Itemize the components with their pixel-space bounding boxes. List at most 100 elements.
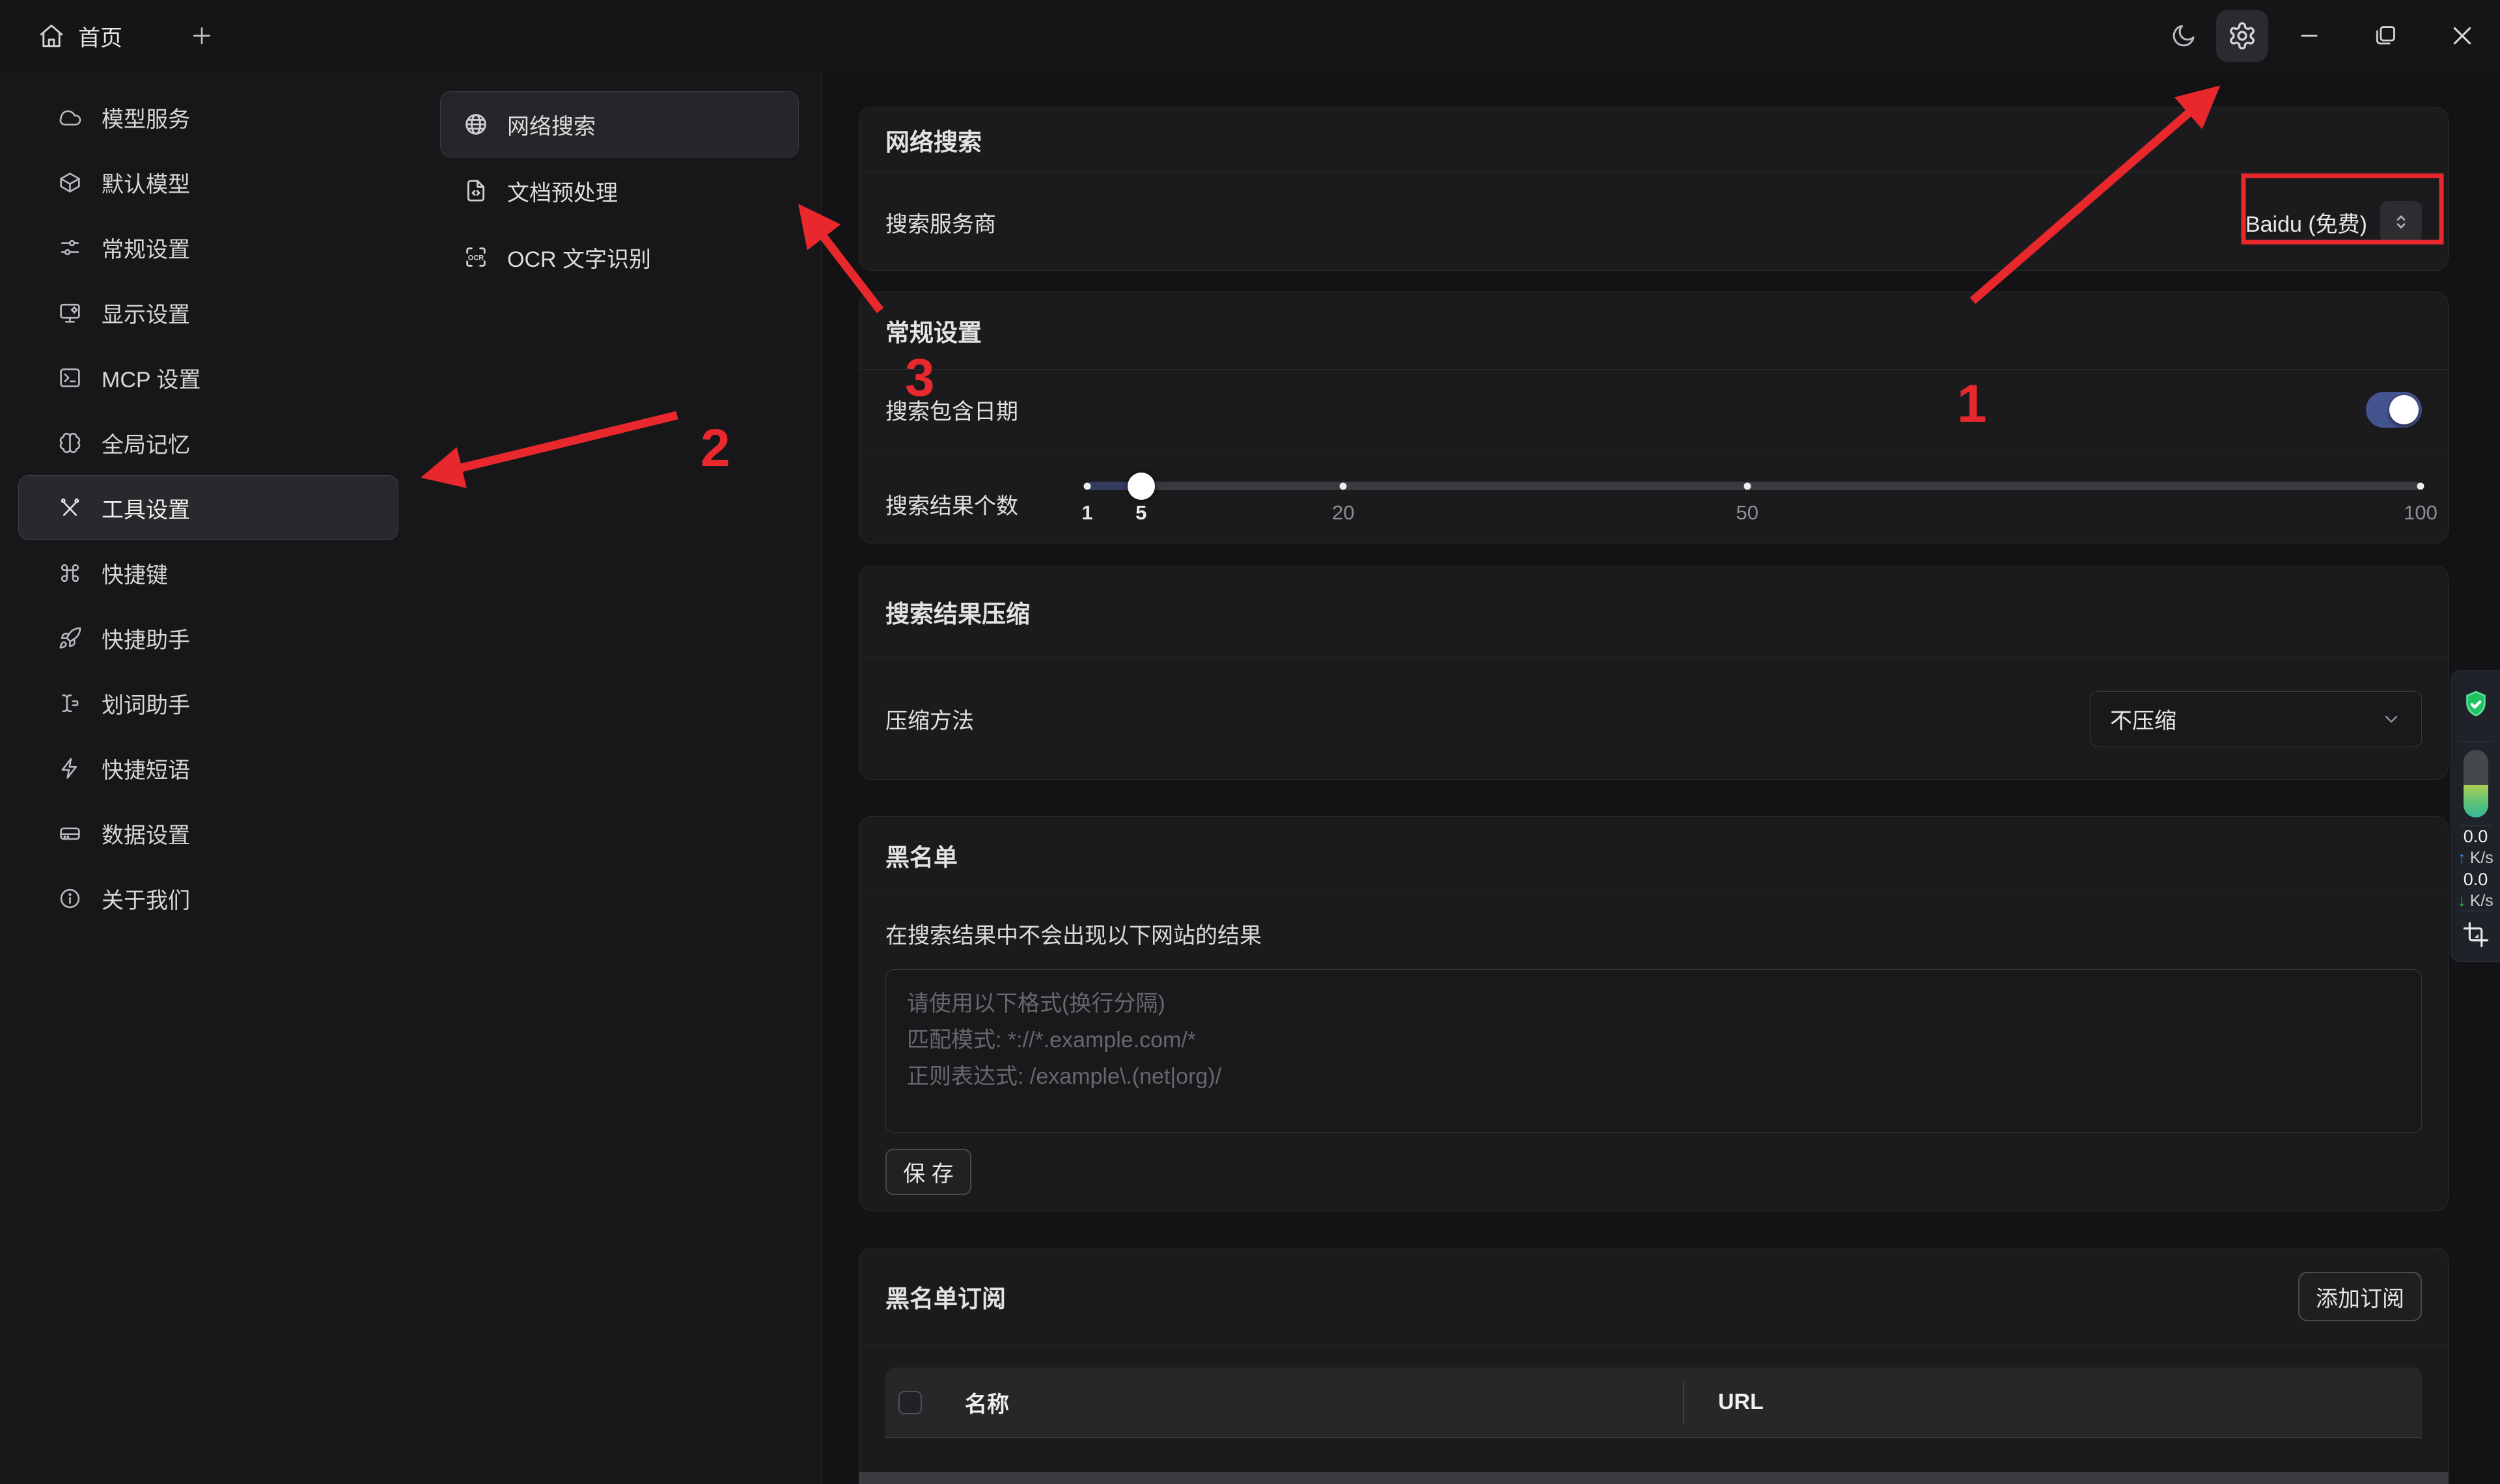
- sidebar-item-label: 常规设置: [102, 232, 190, 264]
- provider-label: 搜索服务商: [885, 206, 996, 238]
- blacklist-card-title: 黑名单: [859, 817, 2448, 894]
- arrow-up-icon: ↑: [2458, 847, 2466, 868]
- card-title: 搜索结果压缩: [885, 594, 1030, 629]
- close-button[interactable]: [2449, 23, 2475, 49]
- sidebar-item-general-settings[interactable]: 常规设置: [18, 215, 398, 280]
- slider-mark: [1084, 482, 1091, 489]
- cloud-icon: [58, 105, 82, 130]
- subnav-item-label: 文档预处理: [507, 175, 618, 207]
- hard-drive-icon: [58, 821, 82, 845]
- file-code-icon: [463, 178, 489, 204]
- provider-row: 搜索服务商 Baidu (免费): [859, 173, 2448, 271]
- slider-tick-label: 100: [2404, 501, 2438, 525]
- theme-toggle-button[interactable]: [2170, 22, 2197, 49]
- security-widget[interactable]: [2461, 671, 2491, 741]
- column-divider: [1683, 1381, 1684, 1424]
- package-icon: [58, 171, 82, 195]
- sidebar-item-shortcuts[interactable]: 快捷键: [18, 540, 398, 605]
- crop-icon: [2462, 921, 2490, 948]
- include-date-toggle[interactable]: [2366, 392, 2422, 428]
- settings-sidebar: 模型服务 默认模型 常规设置 显示设置 MCP 设置 全局记忆 工具设置 快捷: [0, 72, 417, 1484]
- result-count-label: 搜索结果个数: [885, 488, 1018, 520]
- sidebar-item-label: 划词助手: [102, 687, 190, 719]
- chevrons-up-down-icon: [2380, 201, 2422, 243]
- card-title: 常规设置: [885, 313, 982, 348]
- minimize-button[interactable]: [2297, 23, 2322, 48]
- sidebar-item-default-models[interactable]: 默认模型: [18, 150, 398, 215]
- sliders-icon: [58, 236, 82, 260]
- info-icon: [58, 886, 82, 911]
- screenshot-widget[interactable]: [2462, 911, 2490, 958]
- settings-button[interactable]: [2216, 10, 2268, 62]
- subnav-item-ocr[interactable]: OCR OCR 文字识别: [440, 224, 799, 290]
- add-subscription-button[interactable]: 添加订阅: [2298, 1272, 2422, 1321]
- select-all-checkbox[interactable]: [898, 1391, 922, 1414]
- subnav-item-doc-preprocess[interactable]: 文档预处理: [440, 158, 799, 224]
- blacklist-card: 黑名单 在搜索结果中不会出现以下网站的结果 保 存: [859, 816, 2449, 1211]
- include-date-label: 搜索包含日期: [885, 394, 1018, 426]
- compression-method-label: 压缩方法: [885, 703, 974, 735]
- web-search-card: 网络搜索 搜索服务商 Baidu (免费): [859, 107, 2449, 271]
- sidebar-item-label: 模型服务: [102, 102, 190, 133]
- close-icon: [2449, 23, 2475, 49]
- slider-thumb[interactable]: [1128, 473, 1155, 500]
- column-header-url: URL: [1718, 1390, 1764, 1415]
- toggle-knob: [2389, 395, 2419, 424]
- slider-tick-label: 5: [1135, 501, 1146, 525]
- sidebar-item-model-services[interactable]: 模型服务: [18, 85, 398, 150]
- sidebar-item-selection-assistant[interactable]: 划词助手: [18, 670, 398, 735]
- sidebar-item-label: 工具设置: [102, 492, 190, 524]
- blacklist-subscription-card: 黑名单订阅 添加订阅 名称 URL: [859, 1248, 2449, 1484]
- blacklist-input[interactable]: [885, 969, 2422, 1133]
- sidebar-item-display-settings[interactable]: 显示设置: [18, 280, 398, 345]
- network-speed-widget[interactable]: 0.0 ↑K/s 0.0 ↓K/s: [2458, 826, 2493, 911]
- save-button[interactable]: 保 存: [885, 1149, 971, 1195]
- titlebar-actions: [2170, 10, 2475, 62]
- general-settings-card: 常规设置 搜索包含日期 搜索结果个数 1 5 20 50: [859, 292, 2449, 543]
- sidebar-item-quick-phrases[interactable]: 快捷短语: [18, 735, 398, 801]
- subnav-item-label: OCR 文字识别: [507, 241, 651, 273]
- sidebar-item-label: 数据设置: [102, 818, 190, 849]
- restore-button[interactable]: [2373, 23, 2398, 48]
- compression-method-select[interactable]: 不压缩: [2090, 691, 2422, 747]
- blacklist-description: 在搜索结果中不会出现以下网站的结果: [859, 918, 2448, 950]
- sidebar-item-data-settings[interactable]: 数据设置: [18, 801, 398, 866]
- download-speed-unit: K/s: [2470, 890, 2493, 911]
- new-tab-button[interactable]: [184, 18, 220, 54]
- include-date-row: 搜索包含日期: [859, 370, 2448, 450]
- subnav-item-web-search[interactable]: 网络搜索: [440, 91, 799, 158]
- sidebar-item-mcp-settings[interactable]: MCP 设置: [18, 345, 398, 410]
- titlebar: 首页: [0, 0, 2500, 72]
- card-title: 黑名单: [885, 838, 958, 873]
- subscription-table-header: 名称 URL: [885, 1367, 2422, 1438]
- sidebar-item-label: 快捷键: [102, 557, 168, 589]
- slider-mark: [1340, 482, 1347, 489]
- ocr-icon: OCR: [463, 244, 489, 270]
- compression-card-title: 搜索结果压缩: [859, 566, 2448, 658]
- sidebar-item-global-memory[interactable]: 全局记忆: [18, 410, 398, 475]
- gear-icon: [2227, 21, 2257, 51]
- sidebar-item-tool-settings[interactable]: 工具设置: [18, 475, 398, 540]
- upload-speed-value: 0.0: [2464, 825, 2488, 847]
- provider-select[interactable]: Baidu (免费): [2245, 201, 2422, 243]
- plus-icon: [189, 23, 215, 49]
- compression-card: 搜索结果压缩 压缩方法 不压缩: [859, 566, 2449, 780]
- zap-icon: [58, 756, 82, 780]
- monitor-gear-icon: [58, 301, 82, 325]
- subnav-item-label: 网络搜索: [507, 109, 596, 141]
- slider-mark: [1743, 482, 1751, 489]
- card-title: 黑名单订阅: [885, 1279, 1006, 1314]
- arrow-down-icon: ↓: [2458, 890, 2466, 911]
- terminal-icon: [58, 366, 82, 390]
- column-header-name: 名称: [965, 1386, 1009, 1418]
- gauge-widget[interactable]: [2464, 742, 2488, 825]
- slider-tick-label: 20: [1332, 501, 1354, 525]
- result-count-row: 搜索结果个数 1 5 20 50 100: [859, 450, 2448, 544]
- result-count-slider[interactable]: 1 5 20 50 100: [1087, 482, 2421, 490]
- restore-icon: [2373, 23, 2398, 48]
- sidebar-item-about-us[interactable]: 关于我们: [18, 866, 398, 931]
- sidebar-item-label: 显示设置: [102, 297, 190, 329]
- sidebar-item-quick-assistant[interactable]: 快捷助手: [18, 605, 398, 670]
- subscription-card-header: 黑名单订阅 添加订阅: [859, 1248, 2448, 1345]
- tab-home[interactable]: 首页: [38, 20, 122, 52]
